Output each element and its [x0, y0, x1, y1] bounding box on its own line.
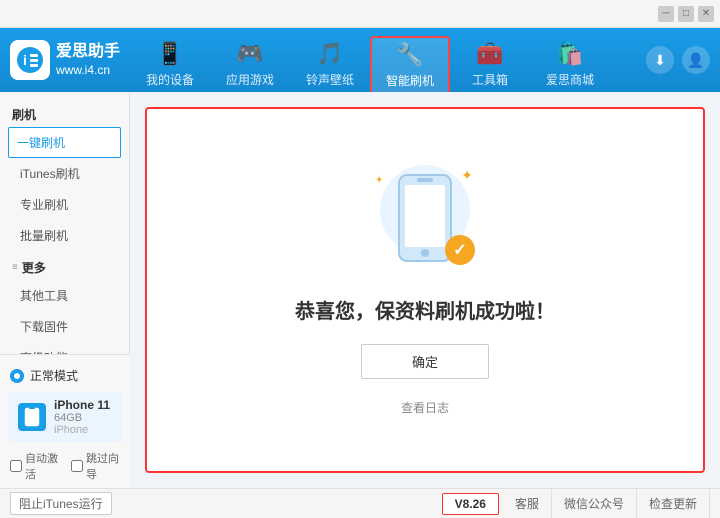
device-icon [18, 403, 46, 431]
guide-mode-checkbox[interactable]: 跳过向导 [71, 450, 120, 482]
stop-itunes-button[interactable]: 阻止iTunes运行 [10, 492, 112, 515]
success-title: 恭喜您，保资料刷机成功啦！ [295, 295, 555, 324]
footer: 阻止iTunes运行 V8.26 客服 微信公众号 检查更新 [0, 488, 720, 518]
sidebar-item-itunes-flash[interactable]: iTunes刷机 [0, 158, 129, 189]
auto-activate-input[interactable] [10, 460, 22, 472]
view-history-link[interactable]: 查看日志 [401, 399, 449, 416]
tab-smart-flash-label: 智能刷机 [386, 72, 434, 89]
smart-flash-icon: 🔧 [396, 42, 423, 68]
auto-controls: 自动激活 跳过向导 [0, 444, 130, 488]
tab-apps-games[interactable]: 🎮 应用游戏 [210, 36, 290, 92]
tab-apps-games-label: 应用游戏 [226, 71, 274, 88]
header-right: ⬇ 👤 [646, 46, 710, 74]
sidebar-item-other-tools[interactable]: 其他工具 [0, 280, 129, 311]
nav-tabs: 📱 我的设备 🎮 应用游戏 🎵 铃声壁纸 🔧 智能刷机 🧰 工具箱 🛍️ 爱思商… [130, 28, 646, 92]
download-button[interactable]: ⬇ [646, 46, 674, 74]
tab-store[interactable]: 🛍️ 爱思商城 [530, 36, 610, 92]
header: i 爱思助手 www.i4.cn 📱 我的设备 🎮 应用游戏 🎵 铃声壁纸 🔧 … [0, 28, 720, 92]
logo-text: 爱思助手 www.i4.cn [56, 42, 120, 78]
sparkle-icon-2: ✦ [375, 175, 383, 186]
tab-my-device-label: 我的设备 [146, 71, 194, 88]
tab-ringtones-label: 铃声壁纸 [306, 71, 354, 88]
tab-toolbox[interactable]: 🧰 工具箱 [450, 36, 530, 92]
wechat-link[interactable]: 微信公众号 [552, 489, 637, 518]
close-button[interactable]: ✕ [698, 6, 714, 22]
logo: i 爱思助手 www.i4.cn [10, 40, 120, 80]
my-device-icon: 📱 [156, 41, 183, 67]
sparkle-icon-1: ✦ [461, 167, 473, 184]
more-icon: ≡ [12, 262, 18, 273]
tab-smart-flash[interactable]: 🔧 智能刷机 [370, 36, 450, 92]
version-badge[interactable]: V8.26 [442, 493, 499, 515]
device-info: iPhone 11 64GB iPhone [8, 392, 122, 442]
more-label: 更多 [22, 259, 46, 276]
account-button[interactable]: 👤 [682, 46, 710, 74]
device-storage: 64GB [54, 412, 110, 424]
mode-dot-icon [10, 369, 24, 383]
device-name: iPhone 11 [54, 398, 110, 412]
support-link[interactable]: 客服 [503, 489, 552, 518]
sidebar: 刷机 一键刷机 iTunes刷机 专业刷机 批量刷机 ≡ 更多 其他工具 下载固… [0, 92, 130, 488]
device-type: iPhone [54, 424, 110, 436]
success-illustration: ✓ ✦ ✦ [375, 165, 475, 275]
apps-games-icon: 🎮 [236, 41, 263, 67]
sidebar-item-pro-flash[interactable]: 专业刷机 [0, 189, 129, 220]
guide-mode-input[interactable] [71, 460, 83, 472]
minimize-button[interactable]: ─ [658, 6, 674, 22]
sidebar-item-one-click-flash[interactable]: 一键刷机 [8, 127, 121, 158]
toolbox-icon: 🧰 [476, 41, 503, 67]
device-details: iPhone 11 64GB iPhone [54, 398, 110, 436]
store-icon: 🛍️ [556, 41, 583, 67]
logo-icon: i [10, 40, 50, 80]
tab-store-label: 爱思商城 [546, 71, 594, 88]
flash-section-title: 刷机 [0, 100, 129, 127]
window-controls[interactable]: ─ □ ✕ [658, 6, 714, 22]
guide-mode-label: 跳过向导 [86, 450, 120, 482]
auto-activate-checkbox[interactable]: 自动激活 [10, 450, 59, 482]
content-inner: ✓ ✦ ✦ 恭喜您，保资料刷机成功啦！ 确定 查看日志 [145, 107, 705, 473]
sidebar-item-download-firmware[interactable]: 下载固件 [0, 311, 129, 342]
maximize-button[interactable]: □ [678, 6, 694, 22]
svg-text:i: i [23, 52, 27, 68]
more-section: ≡ 更多 [0, 251, 129, 280]
title-bar: ─ □ ✕ [0, 0, 720, 28]
content-area: ✓ ✦ ✦ 恭喜您，保资料刷机成功啦！ 确定 查看日志 [130, 92, 720, 488]
sidebar-item-batch-flash[interactable]: 批量刷机 [0, 220, 129, 251]
tab-toolbox-label: 工具箱 [472, 71, 508, 88]
confirm-button[interactable]: 确定 [361, 344, 489, 379]
device-mode-label: 正常模式 [30, 367, 78, 384]
tab-my-device[interactable]: 📱 我的设备 [130, 36, 210, 92]
tab-ringtones[interactable]: 🎵 铃声壁纸 [290, 36, 370, 92]
check-badge: ✓ [445, 235, 475, 265]
ringtones-icon: 🎵 [316, 41, 343, 67]
device-mode: 正常模式 [0, 361, 130, 390]
check-update-link[interactable]: 检查更新 [637, 489, 710, 518]
auto-activate-label: 自动激活 [25, 450, 59, 482]
